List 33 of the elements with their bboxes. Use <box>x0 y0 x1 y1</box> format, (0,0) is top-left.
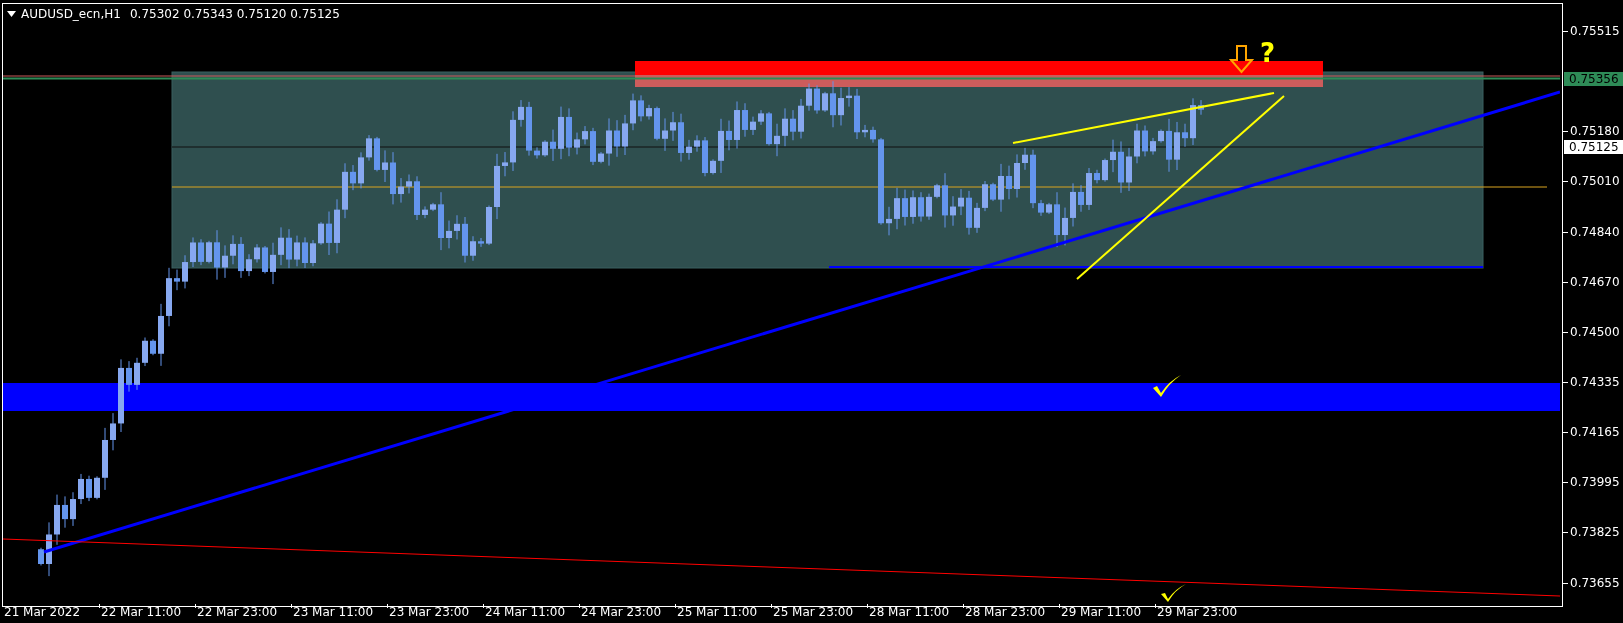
price-label: 0.74840 <box>1570 224 1620 240</box>
dropdown-triangle-icon[interactable] <box>7 11 16 17</box>
check-icon <box>1153 375 1181 397</box>
price-label: 0.75515 <box>1570 23 1620 39</box>
time-label: 29 Mar 11:00 <box>1061 605 1142 620</box>
symbol-label: AUDUSD_ecn,H1 <box>21 6 121 22</box>
price-label: 0.75180 <box>1570 123 1620 139</box>
time-label: 29 Mar 23:00 <box>1157 605 1238 620</box>
time-label: 24 Mar 23:00 <box>581 605 662 620</box>
check-icon <box>1161 584 1186 602</box>
time-label: 25 Mar 11:00 <box>677 605 758 620</box>
time-label: 23 Mar 11:00 <box>293 605 374 620</box>
price-label: 0.73655 <box>1570 575 1620 591</box>
time-label: 21 Mar 2022 <box>4 605 81 620</box>
time-label: 23 Mar 23:00 <box>389 605 470 620</box>
price-marker: 0.75356 <box>1564 72 1623 86</box>
time-label: 22 Mar 11:00 <box>101 605 182 620</box>
time-label: 24 Mar 11:00 <box>485 605 566 620</box>
price-marker: 0.75125 <box>1564 140 1623 154</box>
price-label: 0.74335 <box>1570 374 1620 390</box>
time-label: 25 Mar 23:00 <box>773 605 854 620</box>
time-label: 28 Mar 11:00 <box>869 605 950 620</box>
annotation-text: ? <box>1260 40 1276 66</box>
down-arrow-icon <box>1228 45 1255 74</box>
price-label: 0.74670 <box>1570 274 1620 290</box>
time-label: 22 Mar 23:00 <box>197 605 278 620</box>
price-label: 0.73825 <box>1570 524 1620 540</box>
time-label: 28 Mar 23:00 <box>965 605 1046 620</box>
price-label: 0.74165 <box>1570 424 1620 440</box>
ohlc-values: 0.75302 0.75343 0.75120 0.75125 <box>129 6 340 22</box>
price-label: 0.73995 <box>1570 474 1620 490</box>
price-label: 0.74500 <box>1570 324 1620 340</box>
price-label: 0.75010 <box>1570 173 1620 189</box>
